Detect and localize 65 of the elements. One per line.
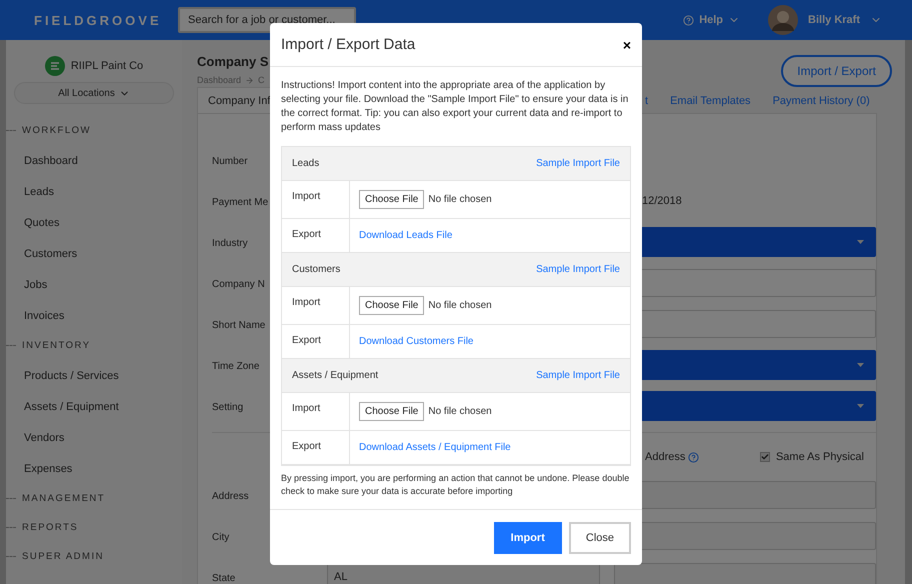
row-label: Export [292, 229, 321, 240]
download-link[interactable]: Download Leads File [359, 230, 452, 241]
nav-section-title[interactable]: SUPER ADMIN [22, 551, 104, 562]
row-label: Import [292, 403, 320, 414]
field-label: Payment Me [212, 196, 268, 208]
section-title: Assets / Equipment [292, 370, 378, 381]
field-label: Address [212, 490, 249, 502]
page-title: Company S [197, 54, 269, 69]
field-label: Setting [212, 402, 244, 412]
nav-item[interactable]: Dashboard [24, 154, 78, 166]
row-label: Import [292, 297, 320, 308]
row-label: Import [292, 191, 320, 202]
choose-file-button[interactable]: Choose File [359, 402, 424, 421]
tab[interactable]: Company Inf [197, 87, 272, 113]
choose-file-button[interactable]: Choose File [359, 190, 424, 209]
user-menu[interactable]: Billy Kraft [808, 14, 882, 26]
section-title: Customers [292, 264, 340, 275]
nav-section-title[interactable]: MANAGEMENT [22, 493, 106, 504]
close-button[interactable]: Close [568, 522, 631, 554]
sample-file-link[interactable]: Sample Import File [536, 370, 620, 381]
dialog-title: Import / Export Data [281, 36, 416, 53]
field-label: Number [212, 156, 248, 166]
nav-section-title[interactable]: WORKFLOW [22, 125, 91, 136]
field-label: City [212, 532, 230, 542]
nav-item[interactable]: Customers [24, 248, 78, 260]
tab[interactable]: Email Templates [659, 87, 762, 113]
field-label: State [212, 572, 236, 584]
nav-item[interactable]: Jobs [24, 278, 48, 290]
warning-text: By pressing import, you are performing an action that cannot be undone. Please double check to make sure your data is accurate before importing [281, 472, 630, 498]
download-link[interactable]: Download Customers File [359, 336, 474, 347]
sample-file-link[interactable]: Sample Import File [536, 158, 620, 169]
choose-file-button[interactable]: Choose File [359, 296, 424, 315]
sample-file-link[interactable]: Sample Import File [536, 264, 620, 275]
field-label: Short Name [212, 320, 266, 330]
location-dropdown[interactable]: All Locations [14, 82, 174, 104]
section-title: Leads [292, 158, 320, 169]
file-status: No file chosen [428, 406, 492, 417]
section-label: Address [645, 451, 686, 463]
instructions-text: Instructions! Import content into the appropriate area of the application by selecting your file. Download the "Sample Import File" to ensure your data is in the correct format. Tip: you can also export your current data and re-import to perform mass updates [281, 79, 630, 135]
nav-item[interactable]: Expenses [24, 462, 72, 474]
nav-item[interactable]: Leads [24, 186, 54, 198]
row-label: Export [292, 335, 321, 346]
nav-section-title[interactable]: REPORTS [22, 522, 78, 533]
file-status: No file chosen [428, 194, 492, 205]
field-label: Time Zone [212, 360, 260, 372]
nav-item[interactable]: Assets / Equipment [24, 400, 119, 412]
logo[interactable]: FIELDGROOVE [34, 12, 178, 28]
company-name: RIIPL Paint Co [70, 60, 144, 72]
import-button[interactable]: Import [494, 522, 562, 554]
field-value: 12/2018 [642, 194, 682, 206]
field-label: Company N [212, 278, 265, 290]
nav-item[interactable]: Products / Services [24, 370, 119, 382]
close-button[interactable]: × [622, 36, 631, 52]
row-label: Export [292, 441, 321, 452]
field-label: Industry [212, 238, 248, 248]
file-status: No file chosen [428, 300, 492, 311]
checkbox-label: Same As Physical [776, 451, 864, 463]
nav-item[interactable]: Invoices [24, 310, 64, 322]
tab[interactable]: Payment History (0) [762, 87, 881, 113]
import-export-button[interactable]: Import / Export [781, 55, 892, 87]
download-link[interactable]: Download Assets / Equipment File [359, 442, 511, 453]
nav-item[interactable]: Vendors [24, 432, 64, 444]
nav-item[interactable]: Quotes [24, 216, 60, 228]
help-menu[interactable]: Help [683, 14, 740, 26]
nav-section-title[interactable]: INVENTORY [22, 340, 91, 351]
